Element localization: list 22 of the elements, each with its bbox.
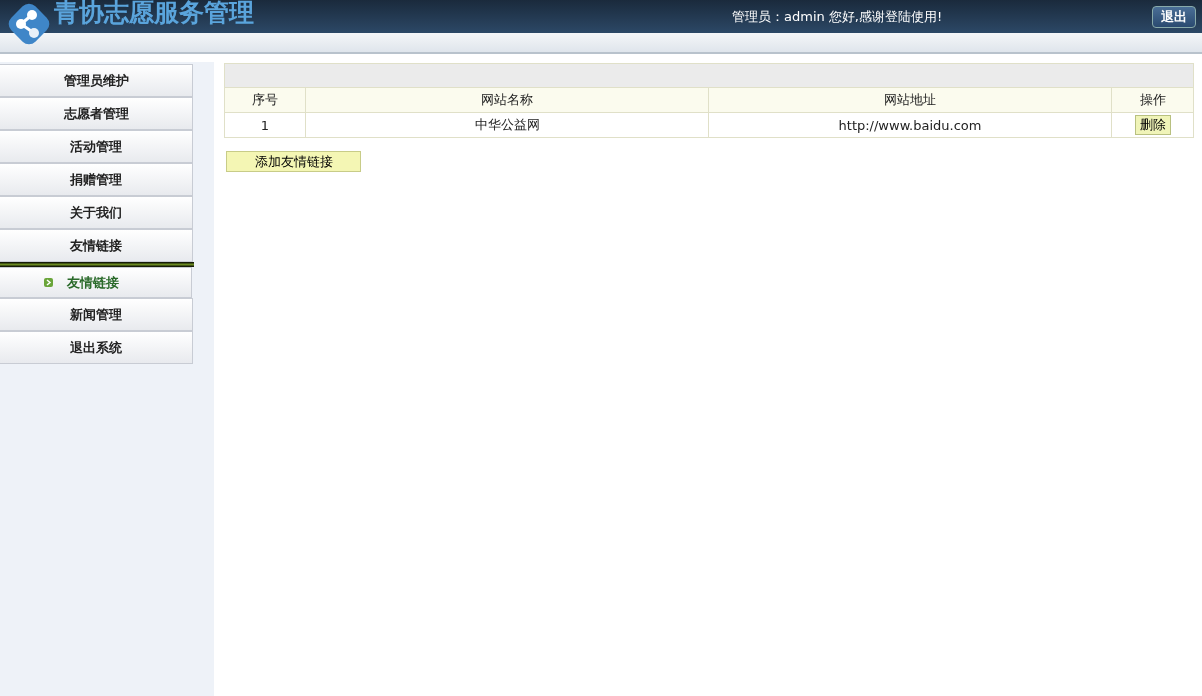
column-header: 网站地址: [708, 87, 1112, 113]
column-header: 操作: [1111, 87, 1194, 113]
sidebar-item[interactable]: 关于我们: [0, 196, 193, 229]
app-title: 青协志愿服务管理: [54, 0, 254, 29]
sidebar-item[interactable]: 捐赠管理: [0, 163, 193, 196]
table-cell: http://www.baidu.com: [708, 112, 1112, 138]
sidebar-item[interactable]: 志愿者管理: [0, 97, 193, 130]
sidebar-item[interactable]: 退出系统: [0, 331, 193, 364]
column-header: 网站名称: [305, 87, 709, 113]
table-cell: 1: [224, 112, 306, 138]
sidebar-item[interactable]: 管理员维护: [0, 64, 193, 97]
sidebar-item[interactable]: 新闻管理: [0, 298, 193, 331]
column-header: 序号: [224, 87, 306, 113]
delete-button[interactable]: 删除: [1134, 115, 1171, 135]
sidebar-item[interactable]: 友情链接: [0, 229, 193, 262]
sidebar-item[interactable]: 友情链接: [0, 267, 192, 298]
logout-button[interactable]: 退出: [1152, 5, 1196, 28]
greeting-text: 管理员：admin 您好,感谢登陆使用!: [732, 7, 943, 26]
sidebar-item[interactable]: 活动管理: [0, 130, 193, 163]
arrow-icon: [44, 278, 53, 287]
add-link-button[interactable]: 添加友情链接: [226, 151, 361, 172]
table-cell: 中华公益网: [305, 112, 709, 138]
